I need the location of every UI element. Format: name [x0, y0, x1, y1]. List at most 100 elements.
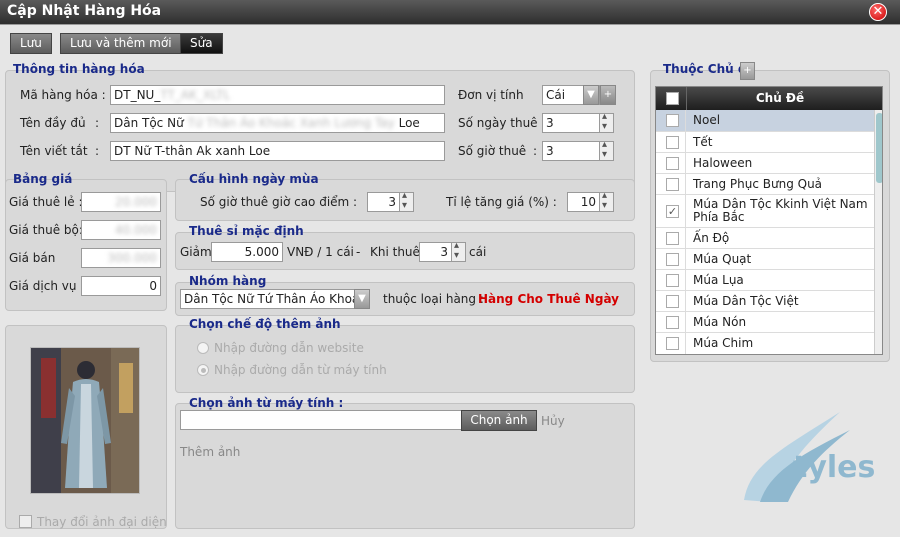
- code-value: DT_NU_: [114, 88, 161, 102]
- main-window: Lưu Lưu và thêm mới Sửa Thông tin hàng h…: [0, 24, 900, 537]
- topic-row[interactable]: Múa Chim: [656, 333, 874, 354]
- unit-add-button[interactable]: +: [600, 85, 616, 105]
- discount-input[interactable]: 5.000: [211, 242, 283, 262]
- computer-option-label: Nhập đường dẫn từ máy tính: [214, 363, 387, 377]
- fullname-prefix: Dân Tộc Nữ: [114, 116, 184, 130]
- topic-label: Múa Dân Tộc Việt: [693, 294, 799, 308]
- topic-checkbox-checked[interactable]: ✓: [666, 205, 679, 218]
- logo-text: tyles: [793, 450, 876, 485]
- shortname-input[interactable]: DT Nữ T-thân Ak xanh Loe: [110, 141, 445, 161]
- code-value-blurred: TT_AK_XLTL: [160, 88, 231, 102]
- set-price-blurred: 40.000: [115, 223, 157, 237]
- unit-dropdown-button[interactable]: ▼: [583, 85, 599, 105]
- topic-label: Múa Lụa: [693, 273, 744, 287]
- topic-label: Múa Quạt: [693, 252, 752, 266]
- topic-checkbox[interactable]: [666, 316, 679, 329]
- topic-checkbox[interactable]: [666, 295, 679, 308]
- close-icon: ✕: [872, 4, 884, 19]
- hours-label: Số giờ thuê: [458, 144, 527, 158]
- topic-checkbox[interactable]: [666, 136, 679, 149]
- chevron-down-icon: ▼: [587, 89, 595, 100]
- topic-row[interactable]: Múa Nón: [656, 312, 874, 333]
- qty-stepper[interactable]: [451, 240, 466, 262]
- when-label: Khi thuê: [370, 245, 420, 259]
- website-radio[interactable]: [197, 342, 209, 354]
- service-price-label: Giá dịch vụ :: [9, 279, 85, 293]
- chevron-down-icon: ▼: [358, 293, 366, 304]
- group-title: Nhóm hàng: [189, 274, 267, 288]
- choose-image-button[interactable]: Chọn ảnh: [461, 410, 537, 431]
- peak-hours-label: Số giờ thuê giờ cao điểm :: [200, 195, 358, 209]
- qty-unit: cái: [469, 245, 487, 259]
- select-all-checkbox[interactable]: [666, 92, 679, 105]
- hours-stepper[interactable]: [599, 139, 614, 161]
- topic-label: Múa Dân Tộc Kkinh Việt Nam Phía Bắc: [693, 197, 868, 224]
- days-input[interactable]: 3: [542, 113, 600, 133]
- topic-row[interactable]: Múa Lụa: [656, 270, 874, 291]
- fullname-input[interactable]: Dân Tộc Nữ Tứ Thân Áo Khoác Xanh Lương T…: [110, 113, 445, 133]
- save-button[interactable]: Lưu: [10, 33, 52, 54]
- service-price-input[interactable]: 0: [81, 276, 161, 296]
- cancel-image-link[interactable]: Hủy: [541, 414, 565, 428]
- change-avatar-label: Thay đổi ảnh đại diện: [37, 515, 167, 529]
- set-price-label: Giá thuê bộ:: [9, 223, 83, 237]
- topic-checkbox[interactable]: [666, 178, 679, 191]
- fullname-blurred: Tứ Thân Áo Khoác Xanh Lương Tay: [187, 116, 395, 130]
- save-new-button[interactable]: Lưu và thêm mới: [60, 33, 182, 54]
- computer-radio[interactable]: [197, 364, 209, 376]
- peak-hours-stepper[interactable]: [399, 190, 414, 212]
- topic-checkbox[interactable]: [666, 253, 679, 266]
- scrollbar-thumb[interactable]: [876, 113, 882, 183]
- change-avatar-checkbox[interactable]: [19, 515, 32, 528]
- peak-hours-input[interactable]: 3: [367, 192, 400, 212]
- fullname-label: Tên đầy đủ: [20, 116, 86, 130]
- website-option-label: Nhập đường dẫn website: [214, 341, 364, 355]
- retail-price-blurred: 20.000: [115, 195, 157, 209]
- hours-input[interactable]: 3: [542, 141, 600, 161]
- topic-row[interactable]: Múa Quạt: [656, 249, 874, 270]
- product-photo: [30, 347, 140, 494]
- discount-unit: VNĐ / 1 cái: [287, 245, 354, 259]
- topic-checkbox[interactable]: [666, 337, 679, 350]
- window-title: Cập Nhật Hàng Hóa: [7, 3, 162, 19]
- topic-row[interactable]: Ấn Độ: [656, 228, 874, 249]
- close-button[interactable]: ✕: [869, 3, 887, 21]
- image-path-input[interactable]: [180, 410, 462, 430]
- topic-row[interactable]: Trang Phục Bưng Quả: [656, 174, 874, 195]
- days-stepper[interactable]: [599, 111, 614, 133]
- price-title: Bảng giá: [13, 172, 73, 186]
- topic-row[interactable]: Tết: [656, 132, 874, 153]
- topic-row[interactable]: ✓ Múa Dân Tộc Kkinh Việt Nam Phía Bắc: [656, 195, 874, 228]
- wholesale-title: Thuê sỉ mặc định: [189, 224, 304, 238]
- topic-row[interactable]: Noel: [656, 110, 874, 132]
- topic-label: Noel: [693, 113, 721, 127]
- topics-scrollbar[interactable]: [874, 110, 882, 354]
- product-info-title: Thông tin hàng hóa: [13, 62, 145, 76]
- set-price-input[interactable]: 40.000: [81, 220, 161, 240]
- increase-input[interactable]: 10: [567, 192, 600, 212]
- code-input[interactable]: DT_NU_TT_AK_XLTL: [110, 85, 445, 105]
- qty-input[interactable]: 3: [419, 242, 452, 262]
- sale-price-input[interactable]: 300.000: [81, 248, 161, 268]
- group-dropdown-button[interactable]: ▼: [354, 289, 370, 309]
- discount-dash: -: [356, 245, 361, 259]
- topic-row[interactable]: Múa Dân Tộc Việt: [656, 291, 874, 312]
- edit-button[interactable]: Sửa: [180, 33, 223, 54]
- topic-checkbox[interactable]: [666, 232, 679, 245]
- topic-row[interactable]: Haloween: [656, 153, 874, 174]
- topic-checkbox[interactable]: [666, 274, 679, 287]
- retail-price-input[interactable]: 20.000: [81, 192, 161, 212]
- topics-column-header: Chủ Đề: [755, 91, 805, 105]
- topic-checkbox[interactable]: [666, 157, 679, 170]
- topic-label: Ấn Độ: [693, 231, 730, 245]
- increase-stepper[interactable]: [599, 190, 614, 212]
- topics-list: Chủ Đề Noel Tết Haloween Trang Phục Bưng…: [655, 86, 883, 355]
- days-label: Số ngày thuê :: [458, 116, 546, 130]
- group-select[interactable]: Dân Tộc Nữ Tứ Thân Áo Khoác: [180, 289, 370, 309]
- add-topic-button[interactable]: +: [740, 62, 755, 80]
- topic-label: Múa Nón: [693, 315, 747, 329]
- add-image-link[interactable]: Thêm ảnh: [180, 445, 240, 459]
- sale-price-label: Giá bán: [9, 251, 56, 265]
- topics-header: Chủ Đề: [656, 87, 882, 110]
- topic-checkbox[interactable]: [666, 114, 679, 127]
